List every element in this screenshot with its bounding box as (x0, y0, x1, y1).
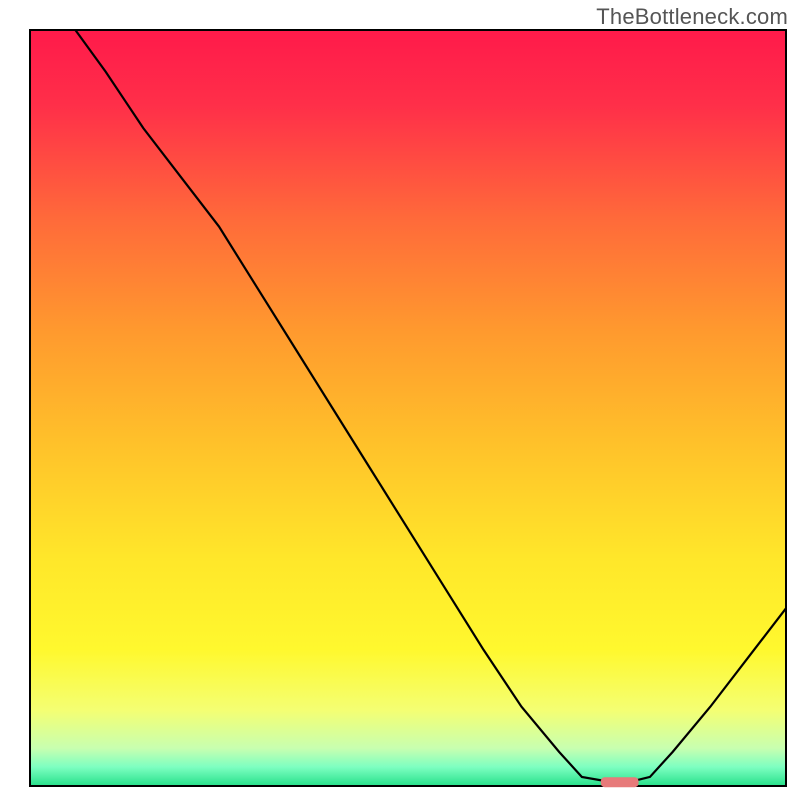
optimal-region-marker (601, 777, 639, 787)
bottleneck-chart (0, 0, 800, 800)
watermark-text: TheBottleneck.com (596, 4, 788, 30)
plot-background (30, 30, 786, 786)
chart-container: TheBottleneck.com (0, 0, 800, 800)
